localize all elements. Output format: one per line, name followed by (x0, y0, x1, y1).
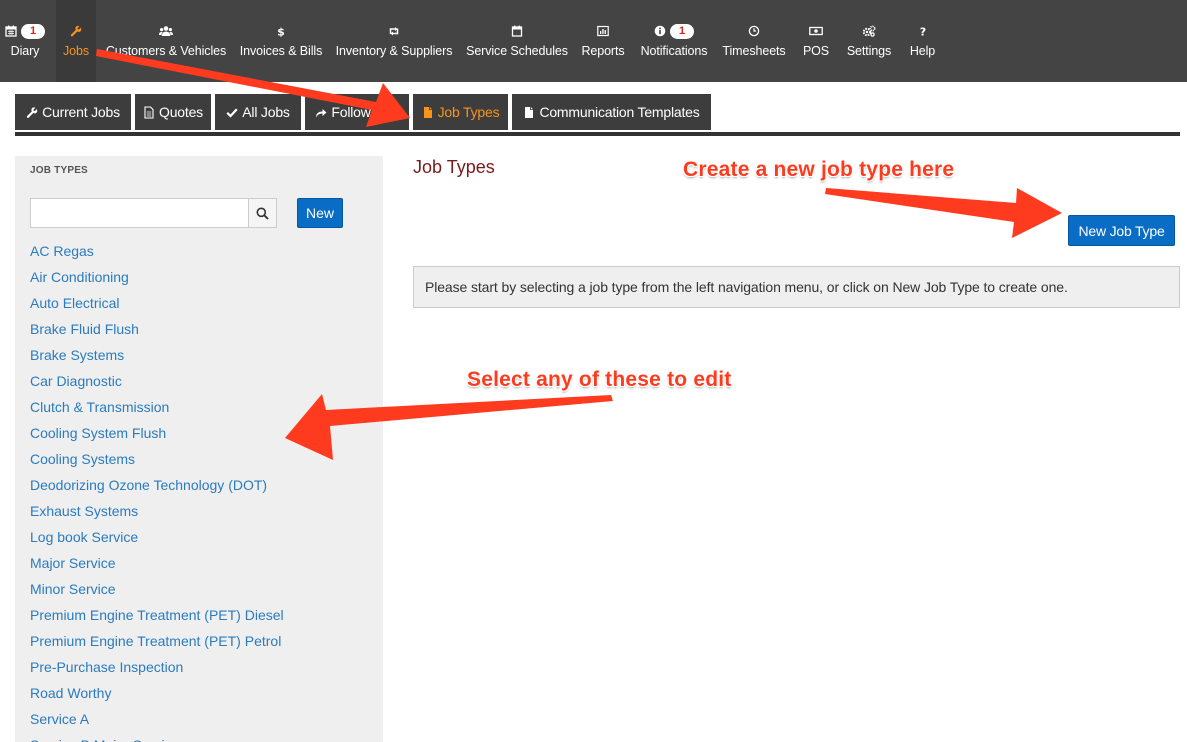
job-type-item[interactable]: Minor Service (30, 577, 370, 603)
new-job-type-small-button[interactable]: New (297, 198, 343, 228)
file-icon (144, 105, 154, 119)
job-types-sidebar: JOB TYPES New AC Regas Air Conditioning Au… (15, 156, 383, 742)
job-type-item[interactable]: Pre-Purchase Inspection (30, 655, 370, 681)
clock-icon (748, 25, 760, 37)
new-job-type-button[interactable]: New Job Type (1068, 215, 1175, 246)
arrow-to-new-job-type-button (825, 188, 1062, 238)
job-type-item[interactable]: Premium Engine Treatment (PET) Diesel (30, 603, 370, 629)
nav-label: POS (802, 44, 830, 58)
nav-item-settings[interactable]: Settings (841, 0, 897, 82)
nav-label: Diary (10, 44, 40, 58)
nav-item-notifications[interactable]: 1 Notifications (636, 0, 712, 82)
search-group (30, 198, 277, 228)
job-type-item[interactable]: Premium Engine Treatment (PET) Petrol (30, 629, 370, 655)
retweet-icon (389, 27, 399, 36)
file-icon (423, 106, 432, 118)
page-title: Job Types (413, 157, 495, 177)
calendar-icon (511, 25, 523, 37)
nav-label: Settings (846, 44, 892, 58)
tab-quotes[interactable]: Quotes (135, 94, 211, 130)
search-icon (256, 207, 269, 220)
nav-label: Invoices & Bills (239, 44, 323, 58)
info-icon (654, 25, 666, 37)
wrench-icon (70, 25, 82, 37)
nav-label: Customers & Vehicles (105, 44, 227, 58)
info-message: Please start by selecting a job type fro… (413, 266, 1180, 308)
top-navigation: 1 Diary Jobs Customers & Vehicles $ Invo… (0, 0, 1187, 82)
search-button[interactable] (248, 199, 276, 227)
job-type-item[interactable]: Major Service (30, 551, 370, 577)
nav-item-reports[interactable]: Reports (577, 0, 629, 82)
nav-label: Service Schedules (466, 44, 568, 58)
annotation-select-text: Select any of these to edit (467, 368, 732, 391)
file-icon (525, 106, 534, 118)
tab-label: Quotes (159, 104, 203, 120)
tabs-divider (15, 132, 1180, 136)
nav-label: Timesheets (722, 44, 786, 58)
tab-label: All Jobs (242, 104, 290, 120)
job-type-item[interactable]: AC Regas (30, 239, 370, 265)
job-type-item[interactable]: Car Diagnostic (30, 369, 370, 395)
tab-label: Follow Ups (331, 104, 399, 120)
job-type-item[interactable]: Deodorizing Ozone Technology (DOT) (30, 473, 370, 499)
nav-label: Help (909, 44, 936, 58)
bar-chart-icon (597, 25, 609, 37)
nav-item-pos[interactable]: POS (797, 0, 835, 82)
job-type-item[interactable]: Air Conditioning (30, 265, 370, 291)
job-type-item[interactable]: Cooling System Flush (30, 421, 370, 447)
job-type-item[interactable]: Clutch & Transmission (30, 395, 370, 421)
tab-current-jobs[interactable]: Current Jobs (15, 94, 131, 130)
gears-icon (862, 25, 876, 37)
nav-item-invoices-bills[interactable]: $ Invoices & Bills (236, 0, 326, 82)
job-type-item[interactable]: Service A (30, 707, 370, 733)
search-input[interactable] (31, 199, 248, 227)
nav-item-customers-vehicles[interactable]: Customers & Vehicles (104, 0, 228, 82)
job-type-item[interactable]: Brake Systems (30, 343, 370, 369)
wrench-icon (26, 106, 38, 118)
nav-item-jobs[interactable]: Jobs (56, 0, 96, 82)
job-type-item[interactable]: Log book Service (30, 525, 370, 551)
nav-label: Jobs (62, 44, 89, 58)
nav-label: Inventory & Suppliers (335, 44, 453, 58)
nav-item-inventory-suppliers[interactable]: Inventory & Suppliers (333, 0, 455, 82)
job-type-item[interactable]: Exhaust Systems (30, 499, 370, 525)
tab-label: Job Types (437, 104, 500, 120)
svg-text:$: $ (277, 26, 285, 38)
nav-item-timesheets[interactable]: Timesheets (718, 0, 790, 82)
nav-item-service-schedules[interactable]: Service Schedules (462, 0, 572, 82)
sidebar-heading: JOB TYPES (30, 165, 88, 176)
job-types-list: AC Regas Air Conditioning Auto Electrical B… (30, 239, 370, 742)
tab-label: Current Jobs (42, 104, 120, 120)
tab-all-jobs[interactable]: All Jobs (215, 94, 301, 130)
money-icon (809, 26, 823, 36)
annotation-create-text: Create a new job type here (683, 158, 955, 181)
svg-text:?: ? (919, 26, 925, 38)
share-icon (316, 108, 327, 117)
question-icon: ? (919, 26, 925, 38)
notifications-badge: 1 (670, 23, 694, 39)
calendar-icon (5, 25, 17, 37)
nav-item-diary[interactable]: 1 Diary (0, 0, 50, 82)
nav-label: Notifications (640, 44, 708, 58)
job-type-item[interactable]: Service B Major Service (30, 733, 370, 742)
tab-job-types[interactable]: Job Types (413, 94, 508, 130)
diary-badge: 1 (21, 23, 45, 39)
nav-item-help[interactable]: ? Help (905, 0, 940, 82)
tab-label: Communication Templates (539, 104, 700, 120)
dollar-icon: $ (277, 26, 285, 38)
nav-label: Reports (581, 44, 625, 58)
job-type-item[interactable]: Brake Fluid Flush (30, 317, 370, 343)
users-icon (159, 26, 173, 36)
check-icon (226, 108, 238, 118)
job-type-item[interactable]: Road Worthy (30, 681, 370, 707)
job-type-item[interactable]: Cooling Systems (30, 447, 370, 473)
tab-communication-templates[interactable]: Communication Templates (512, 94, 711, 130)
tab-follow-ups[interactable]: Follow Ups (305, 94, 409, 130)
job-type-item[interactable]: Auto Electrical (30, 291, 370, 317)
